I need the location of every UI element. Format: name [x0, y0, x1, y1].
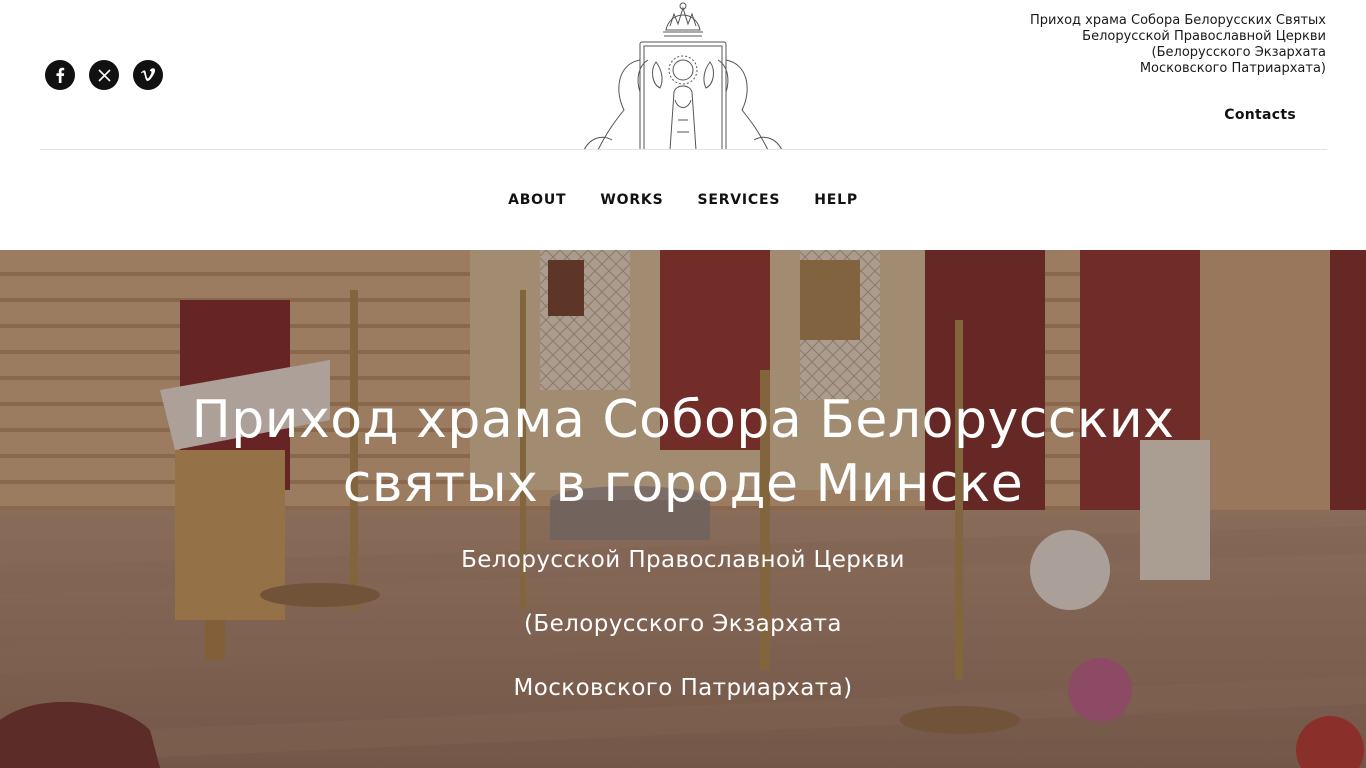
- header-divider: [40, 149, 1327, 150]
- hero-title: Приход храма Собора Белорусских святых в…: [0, 388, 1366, 516]
- x-twitter-link[interactable]: [89, 60, 119, 90]
- hero-subtitle: Московского Патриархата): [513, 675, 853, 701]
- nav-item-services[interactable]: SERVICES: [697, 190, 780, 210]
- contacts-link[interactable]: Contacts: [1224, 107, 1296, 123]
- hero-subtitle: (Белорусского Экзархата: [524, 611, 842, 637]
- x-twitter-icon: [97, 68, 111, 82]
- organization-line: Московского Патриархата): [1139, 61, 1326, 76]
- site-header: Приход храма Собора Белорусских Святых Б…: [0, 0, 1366, 250]
- organization-line: Приход храма Собора Белорусских Святых: [1029, 13, 1326, 28]
- nav-item-about[interactable]: ABOUT: [508, 190, 566, 210]
- vimeo-link[interactable]: [133, 60, 163, 90]
- social-links: [45, 60, 163, 90]
- hero-title-line: святых в городе Минске: [342, 454, 1024, 514]
- organization-name: Приход храма Собора Белорусских Святых Б…: [906, 13, 1326, 77]
- church-logo[interactable]: [578, 0, 788, 150]
- vimeo-icon: [141, 68, 156, 81]
- hero-banner: Приход храма Собора Белорусских святых в…: [0, 250, 1366, 768]
- facebook-icon: [56, 67, 65, 83]
- nav-item-help[interactable]: HELP: [814, 190, 858, 210]
- facebook-link[interactable]: [45, 60, 75, 90]
- main-navigation: ABOUT WORKS SERVICES HELP: [0, 190, 1366, 210]
- church-coat-of-arms-icon: [583, 2, 783, 150]
- nav-item-works[interactable]: WORKS: [600, 190, 663, 210]
- organization-line: Белорусской Православной Церкви: [1082, 29, 1326, 44]
- hero-title-line: Приход храма Собора Белорусских: [191, 390, 1175, 450]
- organization-line: (Белорусского Экзархата: [1151, 45, 1326, 60]
- hero-subtitle: Белорусской Православной Церкви: [461, 547, 905, 573]
